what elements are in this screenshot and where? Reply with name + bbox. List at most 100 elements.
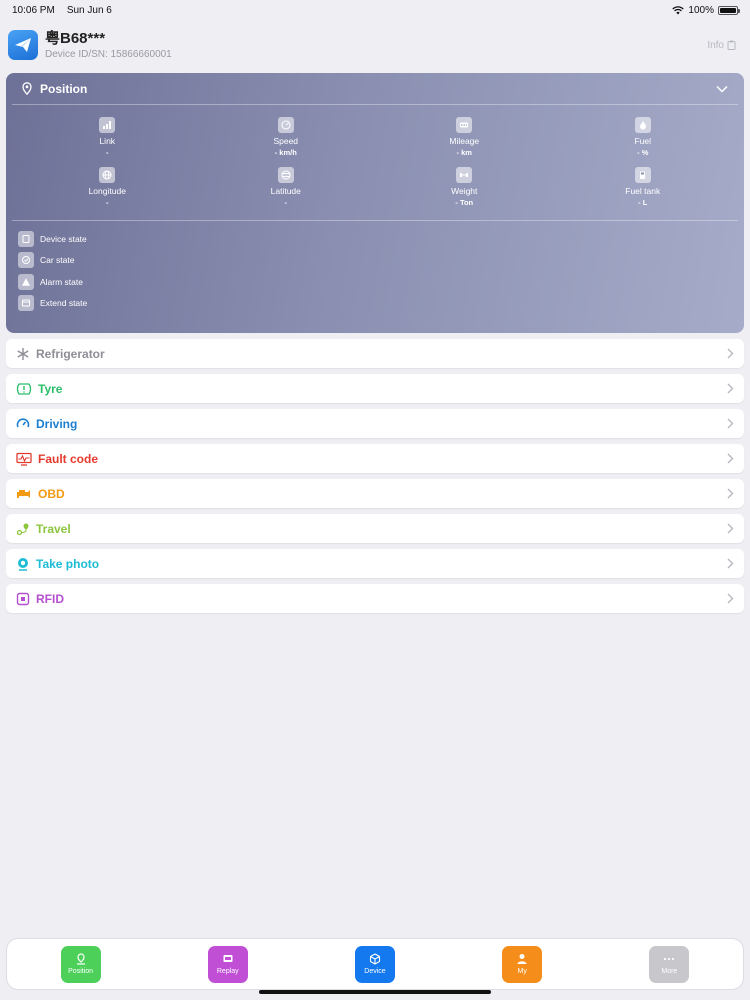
position-title: Position (40, 81, 88, 96)
state-row-extend[interactable]: Extend state (18, 293, 744, 315)
menu-label: RFID (36, 591, 64, 606)
signal-icon (99, 117, 116, 133)
fuel-tank-icon (634, 167, 651, 183)
dumbbell-icon (456, 167, 473, 183)
chevron-right-icon (727, 488, 734, 499)
info-label: Info (707, 39, 724, 51)
menu-label: Take photo (36, 556, 100, 571)
chevron-right-icon (727, 558, 734, 569)
device-id: Device ID/SN: 15866660001 (45, 48, 172, 60)
route-icon (16, 523, 29, 535)
state-label: Extend state (40, 298, 88, 309)
metric-value: - L (638, 198, 648, 207)
metric-value: - (106, 198, 109, 207)
steering-icon (16, 417, 30, 427)
menu-driving[interactable]: Driving (6, 409, 744, 438)
position-card: Position Link - Speed - km/h Mileage - k… (6, 73, 744, 333)
metric-value: - % (637, 148, 649, 157)
menu-label: OBD (38, 486, 65, 501)
compass-icon (277, 167, 294, 183)
extend-icon (18, 295, 34, 312)
location-pin-icon (76, 953, 85, 965)
state-row-alarm[interactable]: Alarm state (18, 271, 744, 293)
clipboard-icon (727, 40, 736, 50)
metric-speed: Speed - km/h (197, 117, 376, 157)
device-name: 粤B68*** (45, 29, 106, 47)
tab-device[interactable]: Device (354, 945, 395, 983)
user-icon (517, 954, 527, 964)
position-card-header[interactable]: Position (12, 73, 738, 105)
info-button[interactable]: Info (707, 40, 742, 51)
tab-position[interactable]: Position (60, 945, 101, 983)
engine-icon (17, 489, 30, 498)
metric-label: Fuel (634, 136, 652, 146)
snowflake-icon (17, 347, 29, 360)
speedometer-icon (277, 117, 294, 133)
tab-label: Position (68, 968, 94, 975)
menu-travel[interactable]: Travel (6, 514, 744, 543)
chevron-right-icon (727, 418, 734, 429)
status-bar: 10:06 PM Sun Jun 6 100% (0, 0, 750, 20)
menu-tyre[interactable]: Tyre (6, 374, 744, 403)
paper-plane-icon (8, 30, 38, 60)
chevron-right-icon (727, 593, 734, 604)
metric-link: Link - (18, 117, 197, 157)
state-row-device[interactable]: Device state (18, 228, 744, 250)
metric-weight: Weight - Ton (375, 167, 554, 207)
metric-grid: Link - Speed - km/h Mileage - km Fuel - … (6, 105, 744, 207)
monitor-fault-icon (16, 452, 32, 466)
chevron-right-icon (727, 348, 734, 359)
menu-take-photo[interactable]: Take photo (6, 549, 744, 578)
metric-label: Fuel tank (625, 186, 661, 196)
tab-my[interactable]: My (502, 945, 543, 983)
tab-replay[interactable]: Replay (207, 945, 248, 983)
metric-label: Longitude (88, 186, 126, 196)
device-icon (18, 230, 34, 247)
menu-label: Refrigerator (36, 346, 105, 361)
metric-mileage: Mileage - km (375, 117, 554, 157)
battery-icon (718, 5, 740, 15)
menu-label: Travel (36, 521, 71, 536)
chevron-right-icon (727, 453, 734, 464)
globe-icon (99, 167, 116, 183)
menu-label: Fault code (38, 451, 99, 466)
metric-label: Speed (273, 136, 299, 146)
tab-label: Replay (216, 968, 239, 975)
metric-value: - km (456, 148, 472, 157)
metric-value: - Ton (455, 198, 474, 207)
metric-latitude: Latitude - (197, 167, 376, 207)
metric-label: Link (99, 136, 116, 146)
metric-label: Weight (451, 186, 478, 196)
menu-fault-code[interactable]: Fault code (6, 444, 744, 473)
battery-percent: 100% (688, 4, 714, 16)
warning-icon (18, 273, 34, 290)
cube-icon (369, 953, 381, 965)
menu-rfid[interactable]: RFID (6, 584, 744, 613)
camera-icon (18, 557, 28, 571)
chevron-down-icon[interactable] (716, 85, 728, 93)
home-indicator[interactable] (259, 990, 491, 994)
state-label: Car state (40, 255, 75, 266)
metric-value: - km/h (274, 148, 297, 157)
status-date: Sun Jun 6 (66, 4, 112, 16)
tab-label: More (661, 968, 678, 975)
app-header: 粤B68*** Device ID/SN: 15866660001 Info (0, 20, 750, 70)
tab-more[interactable]: More (649, 945, 690, 983)
tab-label: My (517, 968, 527, 975)
status-time: 10:06 PM (12, 4, 55, 16)
tab-label: Device (364, 968, 386, 975)
metric-label: Mileage (449, 136, 480, 146)
wifi-icon (672, 5, 685, 14)
tyre-icon (16, 382, 32, 395)
tab-bar: Position Replay Device My More (6, 938, 744, 990)
state-row-car[interactable]: Car state (18, 250, 744, 272)
menu-obd[interactable]: OBD (6, 479, 744, 508)
state-label: Alarm state (40, 276, 83, 287)
replay-icon (223, 955, 233, 962)
state-label: Device state (40, 233, 87, 244)
road-icon (456, 117, 473, 133)
car-state-icon (18, 252, 34, 269)
flame-icon (634, 117, 651, 133)
menu-refrigerator[interactable]: Refrigerator (6, 339, 744, 368)
rfid-icon (16, 592, 30, 605)
